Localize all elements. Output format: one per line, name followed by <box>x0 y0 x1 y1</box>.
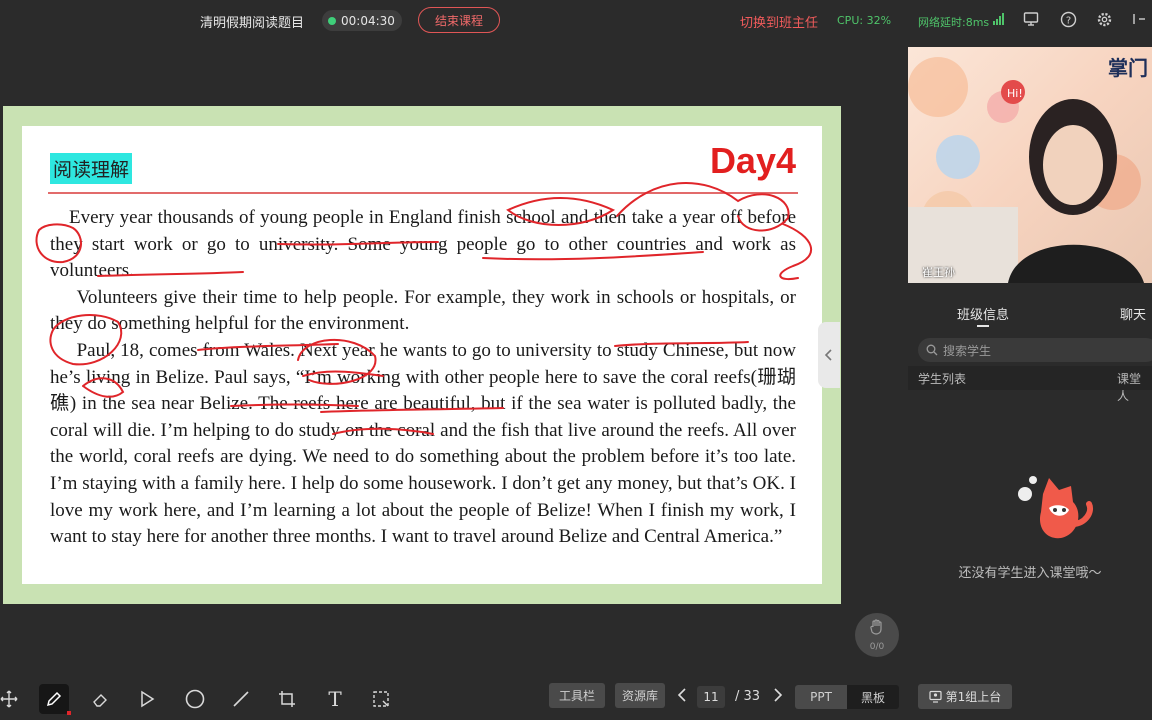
cpu-usage: CPU: 32% <box>837 14 892 27</box>
tab-chat[interactable]: 聊天 <box>1120 304 1146 323</box>
gear-icon[interactable] <box>1095 11 1113 29</box>
svg-text:?: ? <box>1065 16 1070 27</box>
hand-raise-count: 0/0 <box>869 642 885 652</box>
prev-page-icon[interactable] <box>676 687 688 707</box>
student-list-header: 学生列表 课堂人 <box>908 366 1152 403</box>
collapse-panel-button[interactable] <box>818 322 840 388</box>
search-icon <box>926 344 938 356</box>
day-label: Day4 <box>709 140 796 181</box>
recording-dot-icon <box>328 16 336 25</box>
reading-passage: Every year thousands of young people in … <box>50 205 796 551</box>
timer-text: 00:04:30 <box>341 13 395 28</box>
teacher-video: Hi! 掌门 崔王孙 <box>908 47 1152 283</box>
total-pages: / 33 <box>735 689 761 704</box>
heading-divider <box>48 192 798 194</box>
tab-class-info[interactable]: 班级信息 <box>957 304 1009 323</box>
video-scene: Hi! 掌门 <box>908 56 1148 283</box>
raise-hand-button[interactable]: 0/0 <box>855 613 899 657</box>
minimize-icon[interactable] <box>1130 11 1148 29</box>
tools-button[interactable]: 工具栏 <box>549 683 605 708</box>
fox-mascot-icon <box>1018 476 1093 539</box>
passage-paragraph: Volunteers give their time to help peopl… <box>50 286 796 335</box>
network-latency: 网络延时:8ms <box>918 16 990 29</box>
svg-text:Hi!: Hi! <box>1007 87 1023 100</box>
student-list-label: 学生列表 <box>918 372 967 386</box>
pen-color-indicator <box>67 711 71 715</box>
empty-students-message: 还没有学生进入课堂哦～ <box>958 566 1102 581</box>
teacher-name: 崔王孙 <box>922 266 955 279</box>
crop-icon[interactable] <box>272 684 302 714</box>
active-tab-indicator <box>977 325 989 327</box>
brand-logo: 掌门 <box>1108 56 1148 80</box>
screen-share-icon[interactable] <box>1022 11 1040 29</box>
circle-icon[interactable] <box>180 684 210 714</box>
display-mode-toggle: PPT 黑板 <box>795 685 899 709</box>
lesson-timer: 00:04:30 <box>322 10 402 31</box>
classroom-column-label: 课堂人 <box>1117 372 1142 403</box>
stage-icon <box>929 690 942 703</box>
ppt-mode-button[interactable]: PPT <box>795 685 847 709</box>
end-lesson-button[interactable]: 结束课程 <box>418 7 500 33</box>
search-placeholder: 搜索学生 <box>943 343 992 358</box>
slide-page[interactable]: 阅读理解 Day4 Every year thousands of young … <box>22 126 822 584</box>
eraser-icon[interactable] <box>86 684 116 714</box>
current-page-input[interactable]: 11 <box>697 686 725 708</box>
slide-frame: 阅读理解 Day4 Every year thousands of young … <box>3 106 841 604</box>
passage-paragraph: Paul, 18, comes from Wales. Next year he… <box>50 339 796 548</box>
switch-to-head-teacher-link[interactable]: 切换到班主任 <box>740 12 818 31</box>
text-icon[interactable]: T <box>320 684 350 714</box>
group-onstage-button[interactable]: 第1组上台 <box>918 684 1012 709</box>
passage-paragraph: Every year thousands of young people in … <box>50 207 796 282</box>
resources-button[interactable]: 资源库 <box>615 683 665 708</box>
panel-tabs: 班级信息 聊天 <box>908 296 1152 336</box>
student-search-input[interactable]: 搜索学生 <box>918 338 1152 362</box>
top-bar: 清明假期阅读题目 00:04:30 结束课程 切换到班主任 CPU: 32% 网… <box>0 0 1152 42</box>
hand-icon <box>868 618 886 641</box>
lesson-title: 清明假期阅读题目 <box>200 16 305 31</box>
signal-strength-icon <box>993 13 1007 25</box>
blackboard-mode-button[interactable]: 黑板 <box>847 685 899 709</box>
select-icon[interactable] <box>366 684 396 714</box>
onstage-label: 第1组上台 <box>945 690 1002 704</box>
line-icon[interactable] <box>226 684 256 714</box>
next-page-icon[interactable] <box>772 687 784 707</box>
pen-icon[interactable] <box>39 684 71 715</box>
pointer-icon[interactable] <box>132 684 162 714</box>
help-icon[interactable]: ? <box>1059 11 1077 29</box>
move-icon[interactable] <box>0 684 24 714</box>
reading-heading: 阅读理解 <box>50 153 133 184</box>
